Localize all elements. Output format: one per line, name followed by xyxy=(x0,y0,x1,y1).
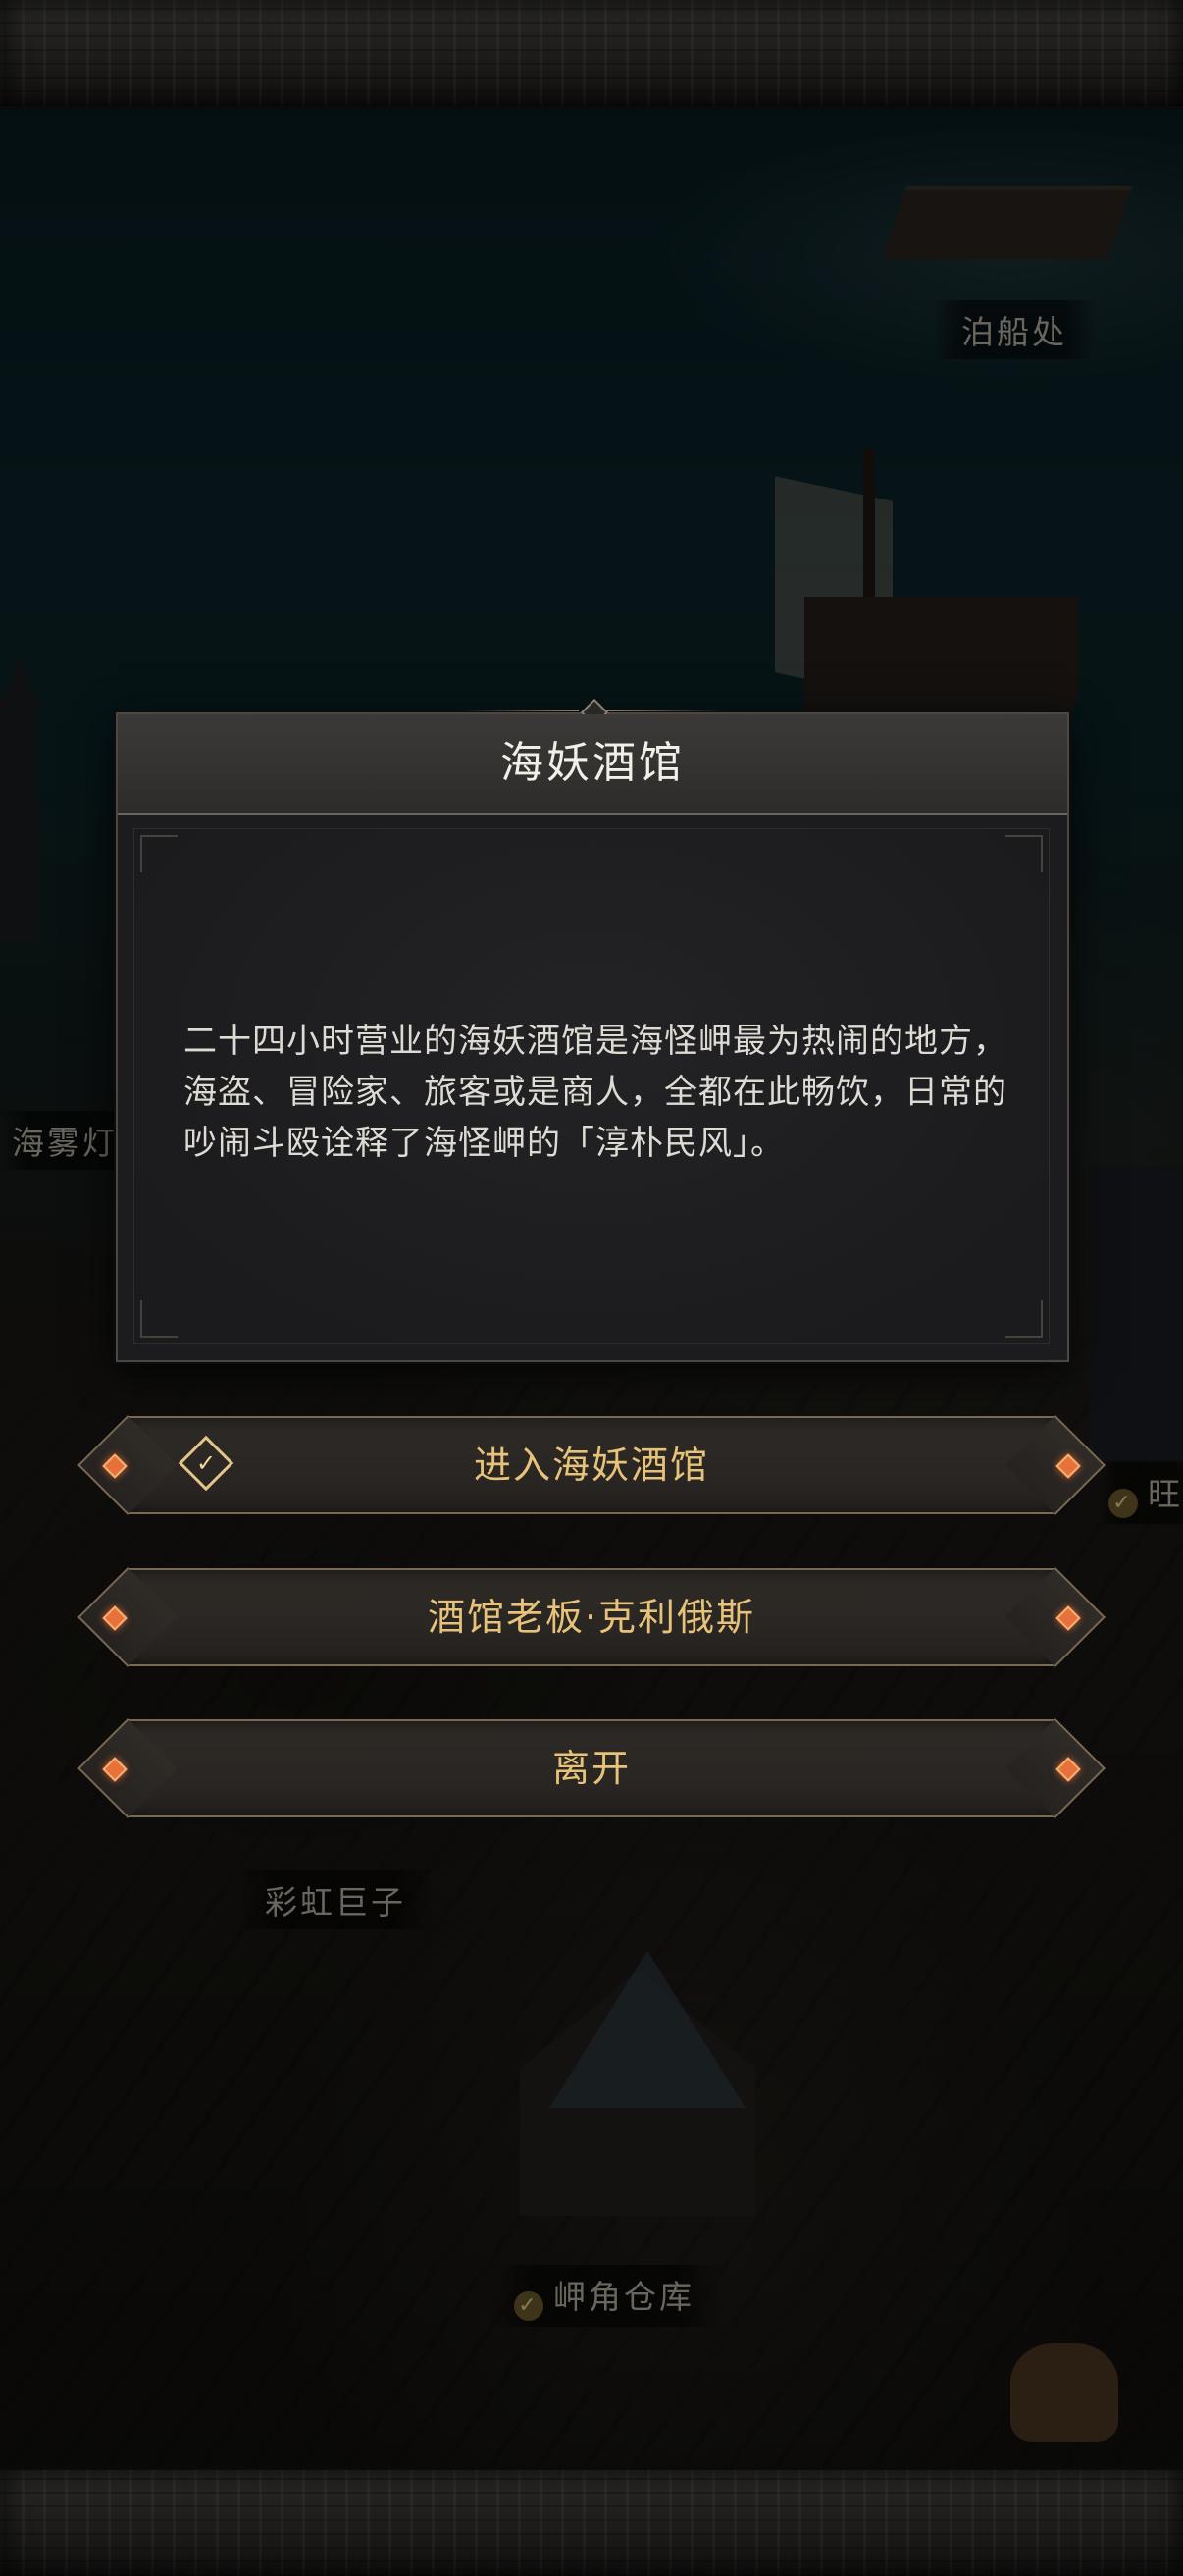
dialog-header: 海妖酒馆 xyxy=(118,714,1067,815)
dialog-body: 二十四小时营业的海妖酒馆是海怪岬最为热闹的地方，海盗、冒险家、旅客或是商人，全都… xyxy=(133,828,1050,1344)
leave-button[interactable]: 离开 xyxy=(102,1719,1081,1817)
corner-ornament-icon xyxy=(140,835,178,872)
corner-ornament-icon xyxy=(1005,1300,1043,1338)
top-ornate-frame xyxy=(0,0,1183,109)
bottom-ornate-frame xyxy=(0,2467,1183,2576)
orange-gem-icon xyxy=(1055,1453,1081,1479)
corner-ornament-icon xyxy=(1005,835,1043,872)
orange-gem-icon xyxy=(102,1453,128,1479)
location-dialog: 海妖酒馆 二十四小时营业的海妖酒馆是海怪岬最为热闹的地方，海盗、冒险家、旅客或是… xyxy=(116,698,1069,1362)
header-ornament-line xyxy=(461,710,579,711)
leave-label: 离开 xyxy=(551,1747,631,1790)
enter-tavern-button[interactable]: ✓ 进入海妖酒馆 xyxy=(102,1416,1081,1514)
tavern-owner-button[interactable]: 酒馆老板·克利俄斯 xyxy=(102,1568,1081,1666)
dialog-description: 二十四小时营业的海妖酒馆是海怪岬最为热闹的地方，海盗、冒险家、旅客或是商人，全都… xyxy=(183,1022,1007,1163)
corner-ornament-icon xyxy=(140,1300,178,1338)
dialog-title: 海妖酒馆 xyxy=(500,738,685,788)
orange-gem-icon xyxy=(1055,1757,1081,1782)
orange-gem-icon xyxy=(102,1757,128,1782)
header-ornament-line xyxy=(606,710,724,711)
tavern-owner-label: 酒馆老板·克利俄斯 xyxy=(427,1596,756,1639)
orange-gem-icon xyxy=(1055,1605,1081,1631)
orange-gem-icon xyxy=(102,1605,128,1631)
enter-tavern-label: 进入海妖酒馆 xyxy=(473,1444,709,1487)
